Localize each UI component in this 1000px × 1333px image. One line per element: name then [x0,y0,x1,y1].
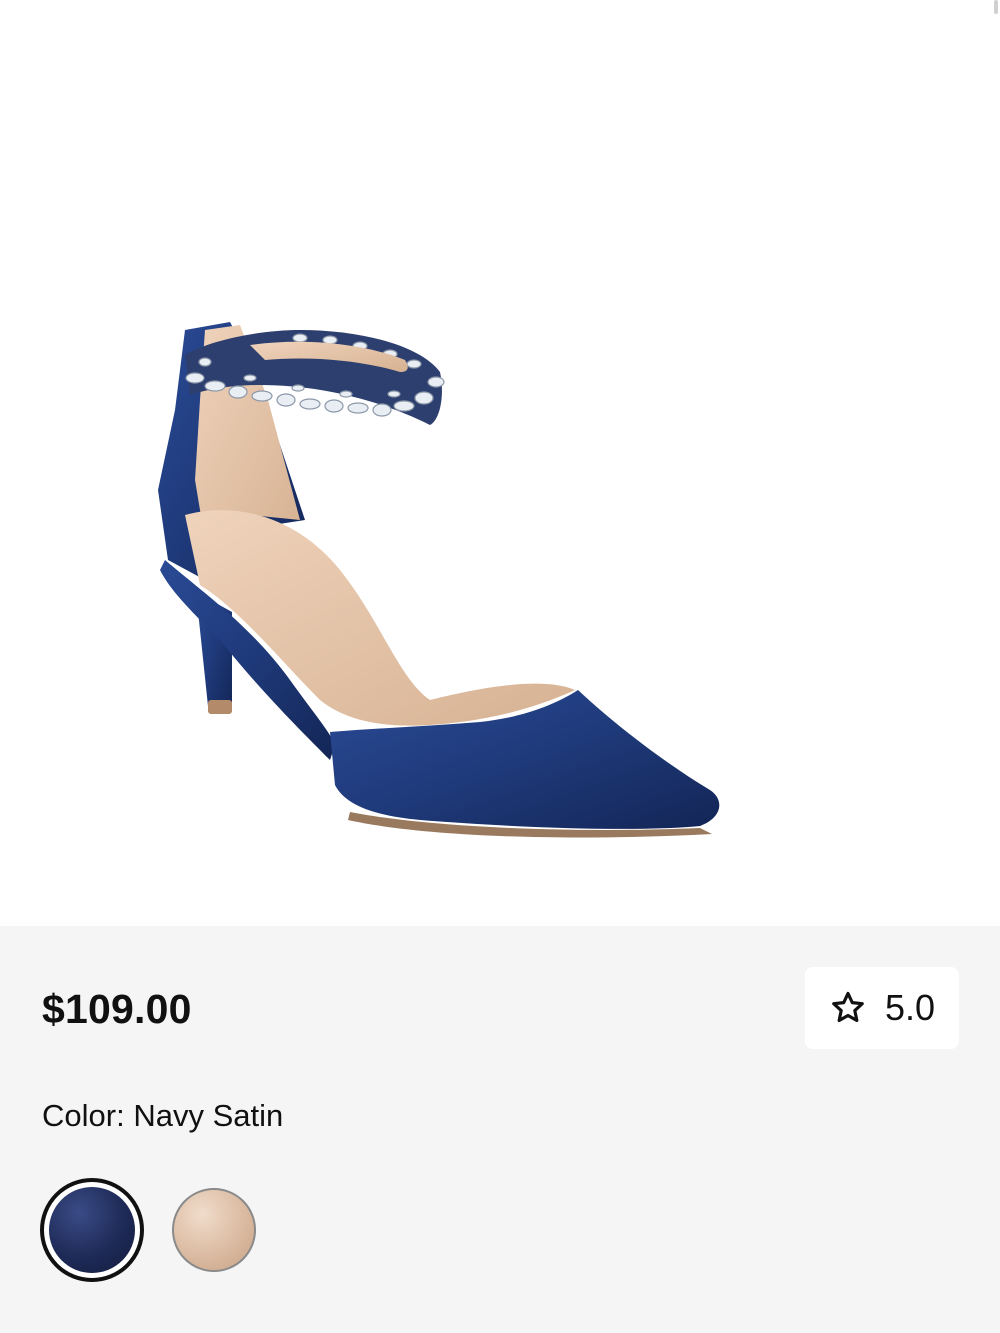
color-label: Color: Navy Satin [42,1098,283,1134]
rating-badge[interactable]: 5.0 [805,967,959,1049]
swatch-champagne[interactable] [172,1188,256,1272]
swatch-chip [49,1187,135,1273]
shoe-illustration [158,322,720,838]
product-page: $109.00 5.0 Color: Navy Satin [0,0,1000,1333]
color-label-prefix: Color: [42,1098,125,1133]
swatch-chip [172,1188,256,1272]
product-image[interactable] [0,0,1000,926]
star-outline-icon [832,991,864,1023]
scroll-indicator[interactable] [994,0,998,14]
product-info-panel: $109.00 5.0 Color: Navy Satin [0,926,1000,1333]
color-swatches [40,1178,256,1282]
rating-value: 5.0 [884,987,936,1028]
swatch-navy-satin[interactable] [40,1178,144,1282]
product-price: $109.00 [42,986,192,1032]
selected-color-name: Navy Satin [133,1098,284,1133]
